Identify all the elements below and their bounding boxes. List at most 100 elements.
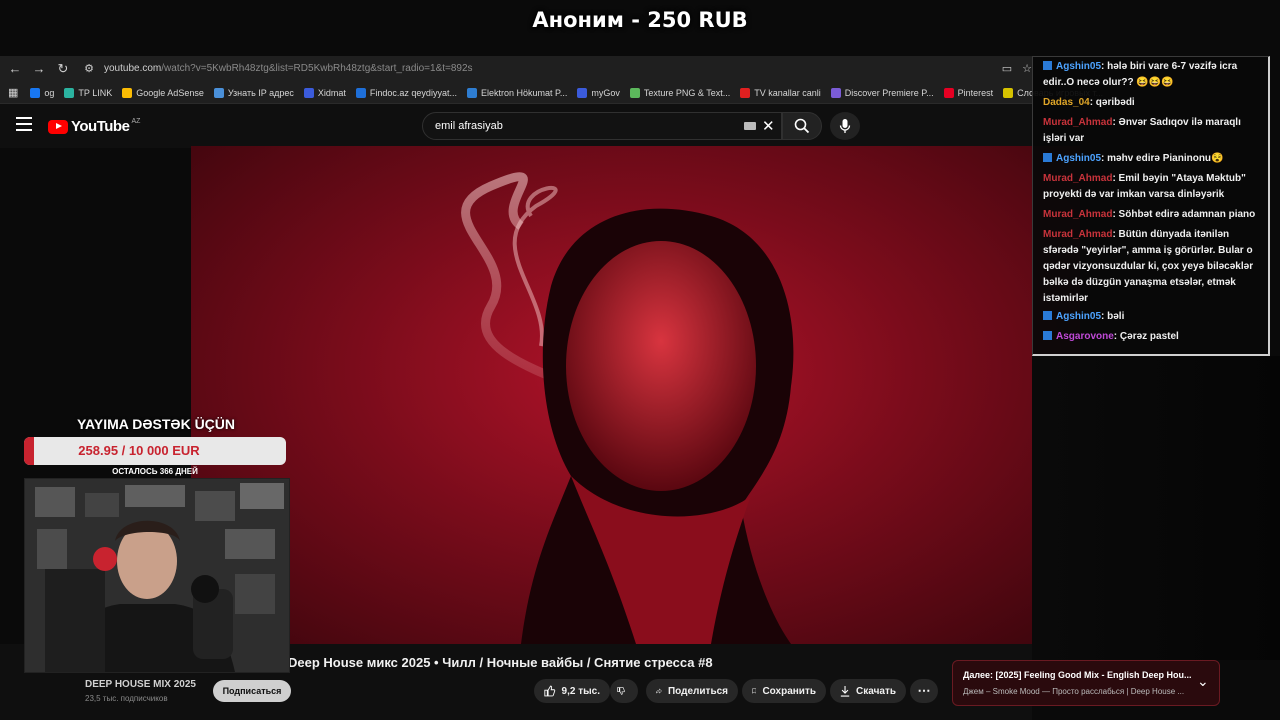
save-button[interactable]: Сохранить: [742, 679, 826, 703]
chat-text: : məhv edirə Pianinonu😵: [1101, 153, 1224, 164]
dislike-button[interactable]: [610, 679, 638, 703]
bookmark-label: Узнать IP адрес: [227, 87, 294, 98]
bookmark-favicon-icon: [577, 87, 588, 98]
search-input[interactable]: [433, 119, 737, 133]
chat-username: Dadas_04: [1043, 97, 1090, 108]
download-button[interactable]: Скачать: [830, 679, 906, 703]
reload-icon[interactable]: ↻: [54, 60, 72, 78]
stream-chat: Agshin05: hələ biri vare 6-7 vəzifə icra…: [1032, 56, 1270, 356]
menu-icon[interactable]: [16, 117, 32, 131]
bookmark-item[interactable]: og: [30, 87, 55, 98]
install-app-icon[interactable]: ▭: [998, 60, 1016, 78]
chat-username: Asgarovone: [1056, 331, 1114, 342]
bookmark-label: Google AdSense: [136, 87, 204, 98]
url-host: youtube.com: [104, 63, 162, 74]
bookmark-label: Elektron Hökumat P...: [480, 87, 568, 98]
bookmark-favicon-icon: [830, 87, 841, 98]
chevron-down-icon[interactable]: ⌄: [1197, 673, 1209, 690]
share-button[interactable]: Поделиться: [646, 679, 738, 703]
search-box[interactable]: [422, 112, 782, 140]
url-path: /watch?v=5KwbRh48ztg&list=RD5KwbRh48ztg&…: [161, 63, 473, 74]
youtube-region: AZ: [131, 118, 141, 125]
share-icon: [656, 688, 662, 694]
bookmark-label: TP LINK: [78, 87, 113, 98]
chat-platform-badge-icon: [1043, 61, 1052, 70]
download-label: Скачать: [856, 685, 896, 697]
youtube-logo-text: YouTube: [71, 118, 130, 135]
bookmarks-bar: ▦ og TP LINK Google AdSense Узнать IP адрес…: [0, 82, 1103, 104]
bookmark-favicon-icon: [1003, 87, 1014, 98]
donation-goal-title: YAYIMA DƏSTƏK ÜÇÜN: [76, 416, 236, 432]
donation-days-left: ОСТАЛОСЬ 366 ДНЕЙ: [112, 467, 198, 476]
like-count: 9,2 тыс.: [561, 685, 600, 697]
up-next-title: Далее: [2025] Feeling Good Mix - English…: [963, 670, 1192, 680]
url-field[interactable]: youtube.com/watch?v=5KwbRh48ztg&list=RD5…: [104, 63, 473, 74]
bookmark-item[interactable]: Pinterest: [943, 87, 993, 98]
voice-search-button[interactable]: [830, 112, 860, 140]
bookmark-item[interactable]: Google AdSense: [122, 87, 204, 98]
bookmark-item[interactable]: Texture PNG & Text...: [629, 87, 731, 98]
bookmark-favicon-icon: [122, 87, 133, 98]
chat-text: : bəli: [1101, 311, 1125, 322]
bookmark-item[interactable]: Discover Premiere P...: [830, 87, 934, 98]
bookmark-item[interactable]: TP LINK: [64, 87, 113, 98]
chat-platform-badge-icon: [1043, 311, 1052, 320]
bookmark-item[interactable]: Узнать IP адрес: [213, 87, 294, 98]
chat-message: Asgarovone: Çərəz pastel: [1043, 329, 1265, 345]
microphone-icon: [839, 119, 851, 133]
chat-message: Agshin05: hələ biri vare 6-7 vəzifə icra…: [1043, 59, 1265, 91]
bookmark-favicon-icon: [30, 87, 41, 98]
clear-search-icon[interactable]: ✕: [762, 117, 775, 135]
webcam-feed: [24, 478, 290, 673]
bookmark-label: Discover Premiere P...: [844, 87, 934, 98]
bookmark-label: TV kanallar canli: [754, 87, 821, 98]
bookmark-item[interactable]: Xidmat: [303, 87, 346, 98]
video-frame-image: [461, 172, 794, 644]
bookmark-label: Xidmat: [317, 87, 346, 98]
channel-name[interactable]: DEEP HOUSE MIX 2025: [85, 679, 196, 690]
download-icon: [840, 685, 850, 697]
bookmark-item[interactable]: myGov: [577, 87, 620, 98]
share-label: Поделиться: [667, 685, 728, 697]
bookmark-favicon-icon: [355, 87, 366, 98]
chat-message: Agshin05: bəli: [1043, 309, 1265, 325]
site-settings-icon[interactable]: ⚙: [80, 60, 98, 78]
youtube-logo[interactable]: YouTube AZ: [48, 118, 140, 135]
chat-message: Murad_Ahmad: Ənvər Sadıqov ilə maraqlı i…: [1043, 115, 1265, 147]
chat-username: Agshin05: [1056, 311, 1102, 322]
bookmark-icon: [752, 688, 757, 694]
chat-platform-badge-icon: [1043, 331, 1052, 340]
up-next-card[interactable]: Далее: [2025] Feeling Good Mix - English…: [952, 660, 1220, 706]
more-actions-icon[interactable]: ⋯: [910, 679, 938, 703]
forward-icon[interactable]: →: [30, 60, 48, 78]
like-button[interactable]: 9,2 тыс.: [534, 679, 610, 703]
apps-icon[interactable]: ▦: [8, 86, 18, 99]
bookmark-item[interactable]: TV kanallar canli: [740, 87, 821, 98]
bookmark-favicon-icon: [943, 87, 954, 98]
chat-username: Murad_Ahmad: [1043, 209, 1113, 220]
search-button[interactable]: [782, 112, 822, 140]
webcam-image: [25, 479, 289, 672]
channel-subscriber-count: 23,5 тыс. подписчиков: [85, 694, 168, 703]
bookmark-label: myGov: [591, 87, 620, 98]
back-icon[interactable]: ←: [6, 60, 24, 78]
save-label: Сохранить: [762, 685, 816, 697]
chat-username: Agshin05: [1056, 153, 1102, 164]
stream-background: [1032, 356, 1280, 660]
video-title: Deep House микс 2025 • Чилл / Ночные вай…: [288, 655, 713, 670]
up-next-subtitle: Джем – Smoke Mood — Просто расслабься | …: [963, 687, 1185, 696]
keyboard-icon[interactable]: [744, 122, 756, 130]
chat-message: Agshin05: məhv edirə Pianinonu😵: [1043, 151, 1265, 167]
chat-username: Murad_Ahmad: [1043, 173, 1113, 184]
chat-username: Agshin05: [1056, 61, 1102, 72]
bookmark-item[interactable]: Elektron Hökumat P...: [466, 87, 568, 98]
search-icon: [794, 118, 810, 134]
chat-message: Murad_Ahmad: Söhbət edirə adamnan piano: [1043, 207, 1265, 223]
subscribe-button[interactable]: Подписаться: [213, 680, 291, 702]
bookmark-item[interactable]: Findoc.az qeydiyyat...: [355, 87, 457, 98]
chat-message: Dadas_04: qəribədi: [1043, 95, 1265, 111]
video-player[interactable]: [191, 146, 1080, 644]
bookmark-label: Texture PNG & Text...: [643, 87, 731, 98]
bookmark-label: og: [44, 87, 55, 98]
chat-text: : Söhbət edirə adamnan piano: [1112, 209, 1256, 220]
